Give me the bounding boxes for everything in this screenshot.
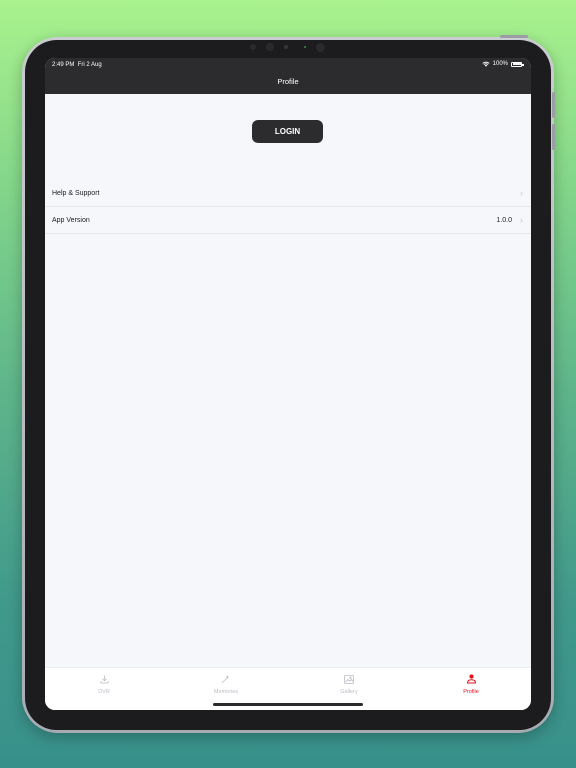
settings-list: Help & Support › App Version 1.0.0 ›: [45, 180, 531, 234]
status-time: 2:49 PM Fri 2 Aug: [52, 62, 102, 68]
memories-icon: [221, 675, 230, 684]
camera-array: [246, 40, 330, 54]
tab-dvr[interactable]: DVR: [64, 672, 144, 695]
login-button[interactable]: LOGIN: [252, 120, 323, 143]
battery-icon: [511, 61, 524, 67]
tab-label: Gallery: [340, 689, 358, 695]
volume-up-button: [552, 92, 555, 118]
home-indicator: [213, 703, 363, 706]
wifi-icon: [482, 61, 490, 67]
battery-percent: 100%: [492, 61, 508, 67]
status-date-text: Fri 2 Aug: [77, 62, 102, 68]
tab-label: Memories: [213, 689, 239, 695]
chevron-right-icon: ›: [520, 188, 523, 198]
volume-down-button: [552, 124, 555, 150]
status-time-text: 2:49 PM: [52, 62, 75, 68]
power-button: [500, 35, 528, 38]
tab-memories[interactable]: Memories: [186, 672, 266, 695]
tab-profile[interactable]: Profile: [431, 672, 511, 695]
list-item-label: App Version: [52, 216, 90, 224]
chevron-right-icon: ›: [520, 215, 523, 225]
app-version-value: 1.0.0: [496, 216, 512, 224]
list-item-app-version[interactable]: App Version 1.0.0 ›: [45, 207, 531, 234]
status-indicators: 100%: [482, 61, 524, 67]
list-item-help-support[interactable]: Help & Support ›: [45, 180, 531, 207]
page-title: Profile: [277, 77, 299, 86]
list-item-label: Help & Support: [52, 189, 100, 197]
tab-gallery[interactable]: Gallery: [309, 672, 389, 695]
app-screen: 2:49 PM Fri 2 Aug 100% Profile LOGIN Hel…: [45, 58, 531, 710]
nav-header: 2:49 PM Fri 2 Aug 100% Profile: [45, 58, 531, 94]
profile-icon: [466, 674, 476, 684]
tab-label: DVR: [98, 689, 110, 695]
tab-label: Profile: [463, 689, 479, 695]
download-icon: [100, 675, 108, 683]
gallery-icon: [344, 674, 354, 684]
